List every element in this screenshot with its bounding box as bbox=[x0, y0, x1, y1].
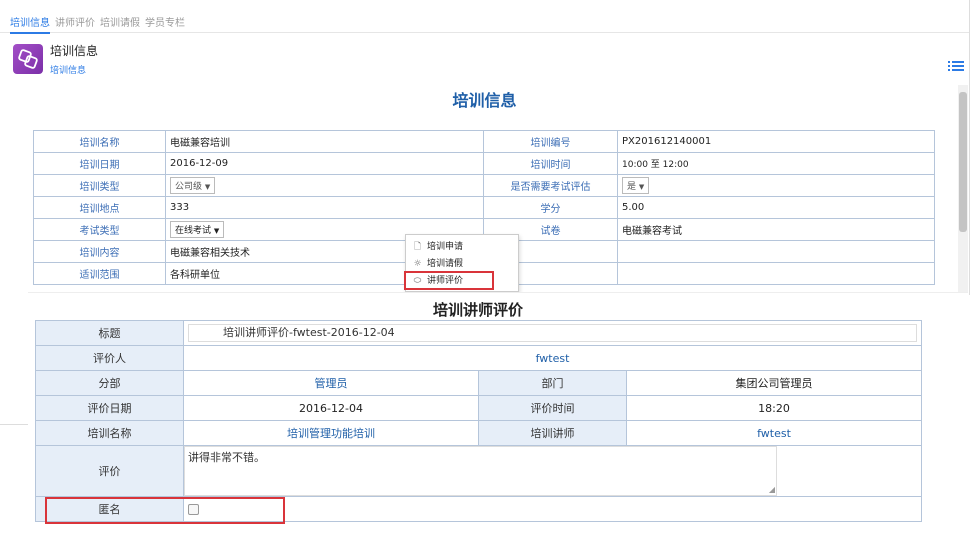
resize-grip-icon[interactable]: ◢ bbox=[769, 486, 775, 494]
evaluation-table: 标题 培训讲师评价-fwtest-2016-12-04 评价人 fwtest 分… bbox=[35, 320, 922, 522]
highlight-box bbox=[45, 497, 285, 524]
table-row: 培训名称 培训管理功能培训 培训讲师 fwtest bbox=[35, 420, 922, 446]
tab-training-leave[interactable]: 培训请假 bbox=[100, 14, 140, 29]
field-label: 部门 bbox=[478, 370, 627, 396]
breadcrumb[interactable]: 培训信息 bbox=[50, 63, 86, 76]
field-label: 培训名称 bbox=[33, 130, 166, 153]
eval-time-value: 18:20 bbox=[626, 395, 922, 421]
select-value: 公司级 bbox=[175, 182, 203, 192]
empty-cell bbox=[617, 262, 935, 285]
field-label: 培训日期 bbox=[33, 152, 166, 175]
eval-date-value: 2016-12-04 bbox=[183, 395, 479, 421]
training-number-value: PX201612140001 bbox=[617, 130, 935, 153]
page-title: 培训信息 bbox=[50, 44, 99, 58]
training-time-value: 10:00 至 12:00 bbox=[617, 152, 935, 175]
select-value: 在线考试 bbox=[175, 226, 212, 236]
field-label: 培训讲师 bbox=[478, 420, 627, 446]
course-link[interactable]: 培训管理功能培训 bbox=[183, 420, 479, 446]
divider bbox=[0, 424, 28, 425]
module-icon bbox=[13, 44, 43, 74]
table-row: 评价人 fwtest bbox=[35, 345, 922, 371]
department-value: 集团公司管理员 bbox=[626, 370, 922, 396]
field-label: 培训名称 bbox=[35, 420, 184, 446]
menu-item-label: 培训请假 bbox=[427, 259, 464, 269]
menu-item-training-apply[interactable]: 🗋 培训申请 bbox=[412, 239, 463, 255]
table-row: 培训类型 公司级 ▼ 是否需要考试评估 是 ▼ bbox=[33, 174, 935, 197]
select-value: 是 bbox=[627, 182, 637, 192]
evaluator-link[interactable]: fwtest bbox=[183, 345, 922, 371]
training-window: 培训信息 讲师评价 培训请假 学员专栏 培训信息 培训信息 培训信息 培训名称 … bbox=[0, 0, 970, 295]
field-label: 考试类型 bbox=[33, 218, 166, 241]
highlight-box bbox=[404, 271, 494, 290]
field-label: 培训时间 bbox=[483, 152, 618, 175]
list-menu-icon[interactable] bbox=[948, 58, 964, 74]
field-label: 评价人 bbox=[35, 345, 184, 371]
field-label: 培训类型 bbox=[33, 174, 166, 197]
exam-eval-select[interactable]: 是 ▼ bbox=[622, 177, 650, 194]
menu-item-label: 培训申请 bbox=[427, 242, 464, 252]
table-row: 评价 讲得非常不错。 ◢ bbox=[35, 445, 922, 497]
field-label: 评价时间 bbox=[478, 395, 627, 421]
comment-text: 讲得非常不错。 bbox=[188, 451, 265, 464]
field-label: 培训内容 bbox=[33, 240, 166, 263]
scrollbar-thumb[interactable] bbox=[959, 92, 967, 232]
sun-icon: ☼ bbox=[413, 259, 422, 269]
chevron-down-icon: ▼ bbox=[638, 183, 645, 191]
field-label: 是否需要考试评估 bbox=[483, 174, 618, 197]
table-row: 培训地点 333 学分 5.00 bbox=[33, 196, 935, 219]
field-label: 标题 bbox=[35, 320, 184, 346]
form-title: 培训信息 bbox=[452, 91, 517, 110]
field-label: 学分 bbox=[483, 196, 618, 219]
training-name-value: 电磁兼容培训 bbox=[165, 130, 484, 153]
table-row: 标题 培训讲师评价-fwtest-2016-12-04 bbox=[35, 320, 922, 346]
training-location-value: 333 bbox=[165, 196, 484, 219]
tab-lecturer-eval[interactable]: 讲师评价 bbox=[55, 14, 95, 29]
exam-paper-value: 电磁兼容考试 bbox=[617, 218, 935, 241]
table-row: 分部 管理员 部门 集团公司管理员 bbox=[35, 370, 922, 396]
top-tab-bar: 培训信息 讲师评价 培训请假 学员专栏 bbox=[0, 0, 969, 34]
document-icon: 🗋 bbox=[413, 242, 422, 252]
credit-value: 5.00 bbox=[617, 196, 935, 219]
field-label: 培训地点 bbox=[33, 196, 166, 219]
table-row: 评价日期 2016-12-04 评价时间 18:20 bbox=[35, 395, 922, 421]
lecturer-link[interactable]: fwtest bbox=[626, 420, 922, 446]
empty-cell bbox=[617, 240, 935, 263]
table-row: 培训日期 2016-12-09 培训时间 10:00 至 12:00 bbox=[33, 152, 935, 175]
chevron-down-icon: ▼ bbox=[204, 183, 211, 191]
table-row: 培训名称 电磁兼容培训 培训编号 PX201612140001 bbox=[33, 130, 935, 153]
evaluation-title: 培训讲师评价 bbox=[432, 301, 523, 319]
tab-student-column[interactable]: 学员专栏 bbox=[145, 14, 185, 29]
menu-item-training-leave[interactable]: ☼ 培训请假 bbox=[412, 256, 463, 269]
training-date-value: 2016-12-09 bbox=[165, 152, 484, 175]
field-label: 分部 bbox=[35, 370, 184, 396]
comment-textarea[interactable]: 讲得非常不错。 ◢ bbox=[184, 446, 777, 496]
subject-input[interactable]: 培训讲师评价-fwtest-2016-12-04 bbox=[188, 324, 917, 342]
training-type-select[interactable]: 公司级 ▼ bbox=[170, 177, 216, 194]
field-label: 培训编号 bbox=[483, 130, 618, 153]
exam-type-select[interactable]: 在线考试 ▼ bbox=[170, 221, 225, 238]
chevron-down-icon: ▼ bbox=[213, 227, 220, 235]
field-label: 评价 bbox=[35, 445, 184, 497]
field-label: 适训范围 bbox=[33, 262, 166, 285]
branch-link[interactable]: 管理员 bbox=[183, 370, 479, 396]
tab-training-info[interactable]: 培训信息 bbox=[10, 14, 50, 34]
field-label: 评价日期 bbox=[35, 395, 184, 421]
